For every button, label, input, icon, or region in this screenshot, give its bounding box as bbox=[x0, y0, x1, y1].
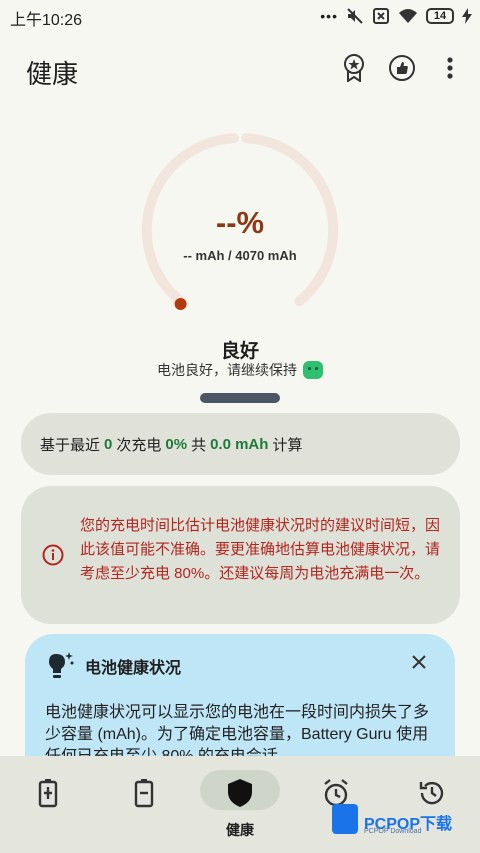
nav-item-health[interactable]: 健康 bbox=[192, 756, 288, 853]
battery-indicator: 14 bbox=[426, 8, 454, 24]
pcpop-watermark: PCPOP下载 PCPOP Download bbox=[330, 800, 480, 850]
info-card-title: 电池健康状况 bbox=[85, 660, 182, 677]
mute-icon bbox=[347, 8, 363, 24]
more-dots-icon: ••• bbox=[320, 8, 338, 24]
stats-mid2: 共 bbox=[191, 436, 207, 454]
stats-percent: 0% bbox=[165, 435, 188, 453]
info-warning-icon bbox=[42, 544, 64, 566]
nav-item-charging[interactable] bbox=[0, 756, 96, 853]
lightbulb-icon bbox=[49, 652, 74, 678]
battery-charging-icon bbox=[38, 779, 58, 808]
award-button[interactable] bbox=[340, 54, 368, 82]
more-vert-icon bbox=[447, 57, 453, 79]
charge-stats-card: 基于最近 0 次充电 0% 共 0.0 mAh 计算 bbox=[21, 413, 460, 475]
stats-mid1: 次充电 bbox=[116, 436, 162, 454]
shield-icon bbox=[228, 779, 252, 807]
accuracy-warning-card: 您的充电时间比估计电池健康状况时的建议时间短，因此该值可能不准确。要更准确地估算… bbox=[21, 486, 460, 624]
nav-label: 健康 bbox=[226, 822, 254, 838]
charging-bolt-icon bbox=[462, 8, 472, 24]
close-icon[interactable] bbox=[411, 654, 427, 670]
battery-discharging-icon bbox=[134, 779, 154, 808]
health-status-label: 良好 bbox=[220, 341, 259, 362]
award-badge-icon bbox=[344, 54, 364, 82]
health-message-text: 电池良好，请继续保持 bbox=[157, 362, 297, 378]
status-icons: ••• 14 bbox=[320, 6, 472, 26]
gauge-percent: --% bbox=[215, 205, 265, 240]
stats-count: 0 bbox=[104, 435, 113, 453]
stats-suffix: 计算 bbox=[272, 436, 303, 454]
sim-off-icon bbox=[373, 8, 389, 24]
watermark-sub: PCPOP Download bbox=[364, 828, 422, 835]
page-title: 健康 bbox=[26, 59, 79, 89]
page-indicator[interactable] bbox=[200, 393, 280, 403]
pcpop-logo-icon bbox=[332, 804, 358, 834]
thumbs-up-icon bbox=[389, 55, 415, 81]
overflow-menu-button[interactable] bbox=[436, 54, 464, 82]
status-time: 上午10:26 bbox=[10, 12, 83, 29]
stats-prefix: 基于最近 bbox=[40, 436, 101, 454]
warning-text: 您的充电时间比估计电池健康状况时的建议时间短，因此该值可能不准确。要更准确地估算… bbox=[80, 517, 441, 582]
gauge-capacity: -- mAh / 4070 mAh bbox=[183, 248, 297, 263]
stats-mah: 0.0 mAh bbox=[210, 435, 269, 453]
wifi-icon bbox=[399, 9, 417, 23]
gauge-progress-dot bbox=[174, 298, 187, 310]
app-actions bbox=[340, 54, 464, 82]
status-bar: 上午10:26 ••• 14 bbox=[0, 0, 480, 32]
smiley-face-icon bbox=[303, 361, 323, 379]
app-bar: 健康 bbox=[0, 40, 480, 100]
rate-button[interactable] bbox=[388, 54, 416, 82]
nav-item-discharging[interactable] bbox=[96, 756, 192, 853]
health-message: 电池良好，请继续保持 bbox=[0, 360, 480, 380]
